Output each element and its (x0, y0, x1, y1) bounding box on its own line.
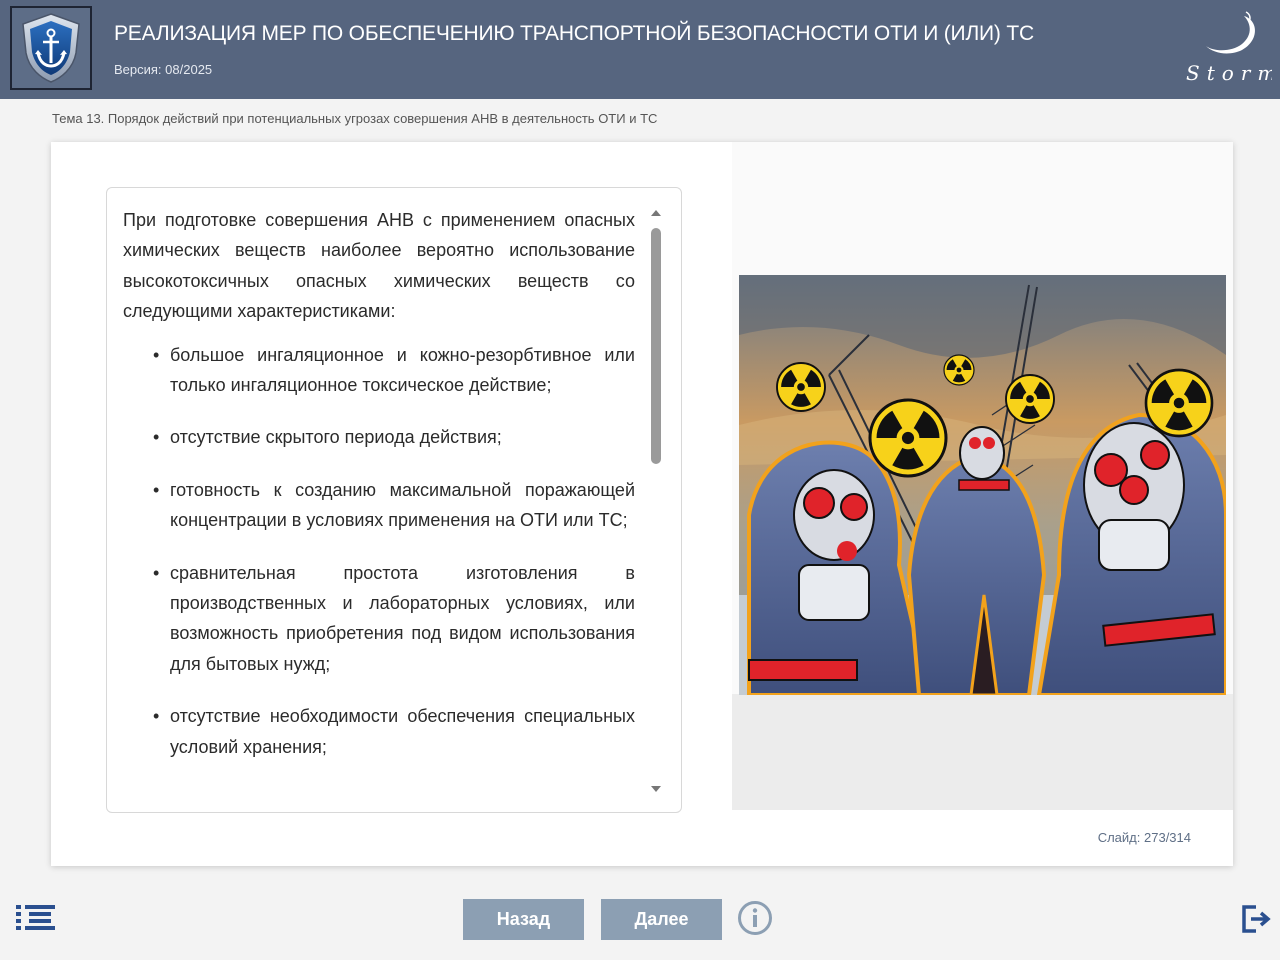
storm-logo: Storm (1186, 11, 1272, 85)
info-icon[interactable] (737, 900, 773, 936)
list-item: отсутствие скрытого периода действия; (123, 422, 635, 453)
course-version: Версия: 08/2025 (114, 62, 213, 77)
next-button[interactable]: Далее (601, 899, 722, 940)
topic-title: Тема 13. Порядок действий при потенциаль… (52, 111, 658, 126)
course-title: РЕАЛИЗАЦИЯ МЕР ПО ОБЕСПЕЧЕНИЮ ТРАНСПОРТН… (114, 22, 1034, 45)
text-scroll-box[interactable]: При подготовке совершения АНВ с применен… (106, 187, 682, 813)
slide-card: При подготовке совершения АНВ с применен… (51, 142, 1233, 866)
illustration-panel-footer (732, 694, 1233, 810)
slide-counter-value: 273/314 (1144, 830, 1191, 845)
anchor-shield-icon (22, 13, 80, 83)
intro-paragraph: При подготовке совершения АНВ с применен… (123, 210, 635, 322)
list-item: готовность к созданию максимальной пораж… (123, 475, 635, 536)
back-button[interactable]: Назад (463, 899, 584, 940)
list-item: сравнительная простота изготовления в пр… (123, 558, 635, 680)
hazmat-illustration (739, 275, 1226, 695)
text-content: При подготовке совершения АНВ с применен… (123, 205, 635, 784)
scroll-thumb[interactable] (651, 228, 661, 464)
scroll-down-arrow-icon[interactable] (651, 786, 661, 792)
scrollbar[interactable] (650, 208, 662, 794)
characteristics-list: большое ингаляционное и кожно-резорбтивн… (123, 340, 635, 762)
slide-counter: Слайд: 273/314 (1098, 830, 1191, 845)
scroll-up-arrow-icon[interactable] (651, 210, 661, 216)
list-item: отсутствие необходимости обеспечения спе… (123, 701, 635, 762)
list-item: большое ингаляционное и кожно-резорбтивн… (123, 340, 635, 401)
menu-list-icon[interactable] (16, 904, 56, 932)
exit-icon[interactable] (1240, 903, 1272, 935)
slide-counter-label: Слайд: (1097, 830, 1141, 845)
course-logo (10, 6, 92, 90)
svg-text:Storm: Storm (1186, 61, 1272, 85)
header-bar: РЕАЛИЗАЦИЯ МЕР ПО ОБЕСПЕЧЕНИЮ ТРАНСПОРТН… (0, 0, 1280, 99)
